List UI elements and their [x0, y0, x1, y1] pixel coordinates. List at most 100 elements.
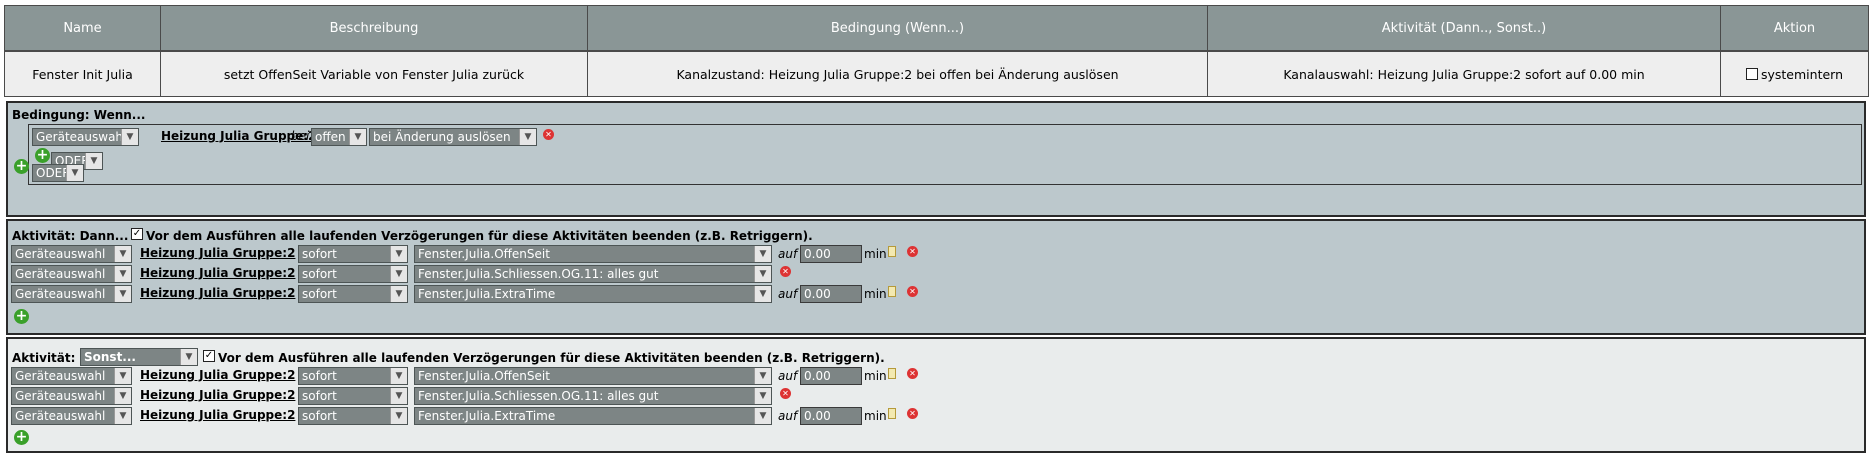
- then-row1-auf: auf: [778, 247, 798, 261]
- add-icon[interactable]: +: [35, 148, 50, 163]
- then-row1-value[interactable]: 0.00: [800, 245, 862, 263]
- bei-label: bei: [291, 129, 310, 143]
- then-row3-value[interactable]: 0.00: [800, 285, 862, 303]
- else-row3-unit: min: [864, 409, 887, 423]
- chevron-down-icon: ▼: [85, 153, 102, 169]
- row-aktion: systemintern: [1720, 51, 1869, 97]
- delete-icon[interactable]: ✕: [907, 246, 918, 257]
- else-row3-target[interactable]: Fenster.Julia.ExtraTime ▼: [414, 407, 772, 425]
- else-retrigger-text: Vor dem Ausführen alle laufenden Verzöge…: [218, 351, 885, 365]
- condition-section: Bedingung: Wenn... Geräteauswahl ▼ Heizun…: [6, 101, 1866, 217]
- systemintern-checkbox[interactable]: [1745, 68, 1758, 80]
- then-row1-target[interactable]: Fenster.Julia.OffenSeit ▼: [414, 245, 772, 263]
- else-mode-select[interactable]: Sonst... ▼: [80, 348, 198, 366]
- chevron-down-icon: ▼: [114, 368, 131, 384]
- else-row3-auf: auf: [778, 409, 798, 423]
- col-header-name: Name: [4, 5, 161, 51]
- chevron-down-icon: ▼: [180, 349, 197, 365]
- clipboard-icon[interactable]: [888, 246, 896, 257]
- else-row3-link[interactable]: Heizung Julia Gruppe:2: [140, 408, 295, 422]
- delete-icon[interactable]: ✕: [907, 368, 918, 379]
- systemintern-label: systemintern: [1760, 66, 1844, 82]
- add-icon[interactable]: +: [14, 430, 29, 445]
- chevron-down-icon: ▼: [114, 246, 131, 262]
- else-row1-select[interactable]: Geräteauswahl ▼: [11, 367, 132, 385]
- then-retrigger-text: Vor dem Ausführen alle laufenden Verzöge…: [146, 229, 813, 243]
- state-select[interactable]: offen ▼: [311, 128, 367, 146]
- chevron-down-icon: ▼: [114, 388, 131, 404]
- else-section: Aktivität: Sonst... ▼ ✓ Vor dem Ausführen…: [6, 337, 1866, 453]
- then-row3-link[interactable]: Heizung Julia Gruppe:2: [140, 286, 295, 300]
- else-title: Aktivität:: [12, 351, 76, 365]
- chevron-down-icon: ▼: [390, 388, 407, 404]
- else-row2-link[interactable]: Heizung Julia Gruppe:2: [140, 388, 295, 402]
- col-header-aktivitaet: Aktivität (Dann.., Sonst..): [1207, 5, 1721, 51]
- else-retrigger-checkbox[interactable]: ✓: [203, 350, 215, 362]
- then-row2-target[interactable]: Fenster.Julia.Schliessen.OG.11: alles gu…: [414, 265, 772, 283]
- chevron-down-icon: ▼: [114, 408, 131, 424]
- chevron-down-icon: ▼: [114, 266, 131, 282]
- chevron-down-icon: ▼: [390, 408, 407, 424]
- then-row3-target[interactable]: Fenster.Julia.ExtraTime ▼: [414, 285, 772, 303]
- else-row1-timing[interactable]: sofort ▼: [298, 367, 408, 385]
- clipboard-icon[interactable]: [888, 408, 896, 419]
- then-row2-link[interactable]: Heizung Julia Gruppe:2: [140, 266, 295, 280]
- then-row1-link[interactable]: Heizung Julia Gruppe:2: [140, 246, 295, 260]
- then-row2-select[interactable]: Geräteauswahl ▼: [11, 265, 132, 283]
- outer-or-select[interactable]: ODER ▼: [32, 164, 84, 182]
- chevron-down-icon: ▼: [754, 246, 771, 262]
- then-row3-timing[interactable]: sofort ▼: [298, 285, 408, 303]
- chevron-down-icon: ▼: [114, 286, 131, 302]
- then-row1-unit: min: [864, 247, 887, 261]
- else-row3-select[interactable]: Geräteauswahl ▼: [11, 407, 132, 425]
- else-row1-link[interactable]: Heizung Julia Gruppe:2: [140, 368, 295, 382]
- condition-title: Bedingung: Wenn...: [12, 108, 146, 122]
- add-icon[interactable]: +: [14, 159, 29, 174]
- delete-icon[interactable]: ✕: [780, 388, 791, 399]
- chevron-down-icon: ▼: [390, 368, 407, 384]
- then-row3-auf: auf: [778, 287, 798, 301]
- chevron-down-icon: ▼: [349, 129, 366, 145]
- then-section: Aktivität: Dann... ✓ Vor dem Ausführen a…: [6, 219, 1866, 335]
- device-select[interactable]: Geräteauswahl ▼: [32, 128, 139, 146]
- clipboard-icon[interactable]: [888, 286, 896, 297]
- chevron-down-icon: ▼: [390, 286, 407, 302]
- row-beschreibung: setzt OffenSeit Variable von Fenster Jul…: [160, 51, 588, 97]
- else-row3-timing[interactable]: sofort ▼: [298, 407, 408, 425]
- row-name: Fenster Init Julia: [4, 51, 161, 97]
- add-icon[interactable]: +: [14, 309, 29, 324]
- chevron-down-icon: ▼: [754, 408, 771, 424]
- else-row2-timing[interactable]: sofort ▼: [298, 387, 408, 405]
- program-table: Name Beschreibung Bedingung (Wenn...) Ak…: [4, 5, 1869, 51]
- delete-icon[interactable]: ✕: [780, 266, 791, 277]
- col-header-beschreibung: Beschreibung: [160, 5, 588, 51]
- else-row2-target[interactable]: Fenster.Julia.Schliessen.OG.11: alles gu…: [414, 387, 772, 405]
- else-row1-unit: min: [864, 369, 887, 383]
- then-row3-unit: min: [864, 287, 887, 301]
- chevron-down-icon: ▼: [754, 368, 771, 384]
- chevron-down-icon: ▼: [390, 246, 407, 262]
- chevron-down-icon: ▼: [754, 286, 771, 302]
- else-row2-select[interactable]: Geräteauswahl ▼: [11, 387, 132, 405]
- trigger-select[interactable]: bei Änderung auslösen ▼: [369, 128, 537, 146]
- chevron-down-icon: ▼: [519, 129, 536, 145]
- row-bedingung: Kanalzustand: Heizung Julia Gruppe:2 bei…: [587, 51, 1208, 97]
- then-row3-select[interactable]: Geräteauswahl ▼: [11, 285, 132, 303]
- delete-icon[interactable]: ✕: [907, 408, 918, 419]
- then-row1-timing[interactable]: sofort ▼: [298, 245, 408, 263]
- else-row1-target[interactable]: Fenster.Julia.OffenSeit ▼: [414, 367, 772, 385]
- chevron-down-icon: ▼: [121, 129, 138, 145]
- else-row1-value[interactable]: 0.00: [800, 367, 862, 385]
- program-row[interactable]: Fenster Init Julia setzt OffenSeit Varia…: [4, 51, 1869, 97]
- col-header-aktion: Aktion: [1720, 5, 1869, 51]
- chevron-down-icon: ▼: [754, 388, 771, 404]
- then-title: Aktivität: Dann...: [12, 229, 129, 243]
- clipboard-icon[interactable]: [888, 368, 896, 379]
- else-row3-value[interactable]: 0.00: [800, 407, 862, 425]
- delete-icon[interactable]: ✕: [543, 129, 554, 140]
- chevron-down-icon: ▼: [390, 266, 407, 282]
- then-row1-select[interactable]: Geräteauswahl ▼: [11, 245, 132, 263]
- then-retrigger-checkbox[interactable]: ✓: [131, 228, 143, 240]
- delete-icon[interactable]: ✕: [907, 286, 918, 297]
- then-row2-timing[interactable]: sofort ▼: [298, 265, 408, 283]
